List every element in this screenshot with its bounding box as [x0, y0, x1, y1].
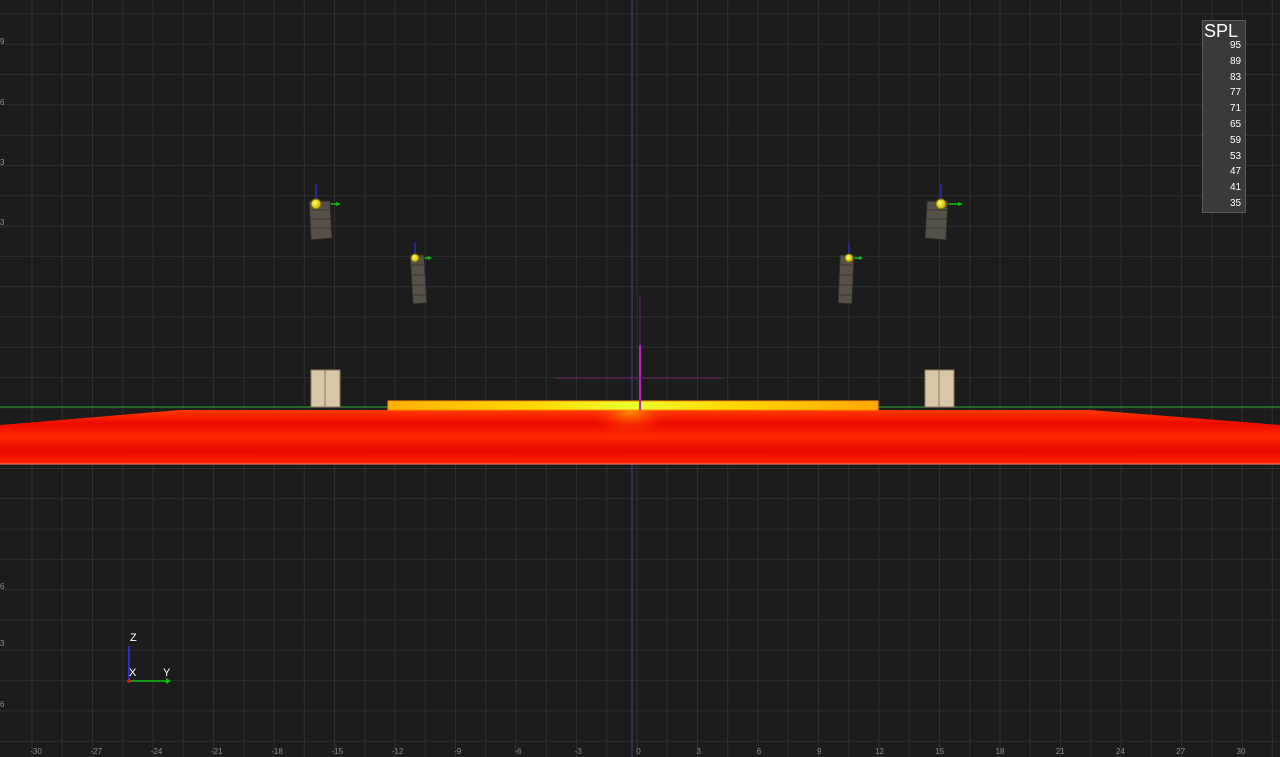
legend-tick: 41 [1230, 182, 1242, 194]
gizmo-x-label: X [129, 667, 137, 679]
x-axis-tick: 27 [1176, 747, 1186, 756]
speaker-side-right[interactable] [837, 243, 863, 305]
legend-title: SPL [1204, 21, 1239, 41]
left-axis-tick: 9 [0, 37, 5, 46]
stage-spl [388, 401, 878, 410]
x-axis-tick: -15 [331, 747, 344, 756]
left-axis-tick: 3 [0, 218, 5, 227]
speaker-main-left[interactable] [308, 184, 341, 241]
x-axis-tick: -27 [90, 747, 103, 756]
x-axis-tick: 9 [817, 747, 822, 756]
legend-tick: 77 [1230, 87, 1242, 99]
x-axis-tick: 15 [935, 747, 945, 756]
legend-tick: 35 [1230, 198, 1242, 209]
spl-scene[interactable] [0, 0, 1280, 757]
x-axis-tick: 24 [1116, 747, 1125, 756]
legend-tick: 71 [1230, 103, 1242, 115]
speaker-side-left[interactable] [409, 243, 432, 305]
x-axis-tick: 6 [756, 747, 762, 756]
subwoofer-right[interactable] [924, 369, 955, 408]
left-axis-tick: 3 [0, 158, 5, 167]
x-axis-tick: -30 [30, 747, 42, 756]
x-axis-tick: 0 [636, 747, 641, 756]
gizmo-y-label: Y [163, 667, 171, 679]
gizmo-z-label: Z [130, 632, 137, 644]
x-axis-tick: 3 [696, 747, 701, 756]
legend-tick: 47 [1230, 166, 1242, 178]
legend-tick: 65 [1230, 119, 1242, 130]
left-axis-tick: 3 [0, 639, 5, 648]
center-spl-glow [590, 410, 670, 464]
x-axis-tick: -24 [150, 747, 163, 756]
legend-tick: 83 [1230, 71, 1242, 83]
3d-viewport[interactable]: SPL 95 89 83 77 71 65 59 53 47 41 35 -30 -27 -24 -21-… [0, 0, 1280, 757]
x-axis-tick: -9 [454, 747, 462, 756]
x-axis-tick: -6 [514, 747, 522, 756]
legend-tick: 59 [1230, 134, 1242, 146]
x-axis-tick: -12 [391, 747, 404, 756]
left-axis-tick: 6 [0, 700, 5, 709]
x-axis-tick: -18 [271, 747, 283, 756]
speaker-main-right[interactable] [924, 184, 963, 241]
x-axis-tick: 18 [995, 747, 1005, 756]
legend-tick: 89 [1230, 55, 1242, 67]
x-axis-tick: -3 [574, 747, 582, 756]
legend-tick: 95 [1230, 40, 1242, 51]
left-axis-tick: 6 [0, 98, 5, 107]
x-axis-tick: -21 [210, 747, 223, 756]
subwoofer-left[interactable] [310, 369, 341, 408]
legend-tick: 53 [1230, 150, 1242, 162]
x-axis-tick: 30 [1236, 747, 1246, 756]
left-axis-tick: 6 [0, 582, 5, 591]
x-axis-tick: 21 [1055, 747, 1065, 756]
x-axis-tick: 12 [875, 747, 884, 756]
